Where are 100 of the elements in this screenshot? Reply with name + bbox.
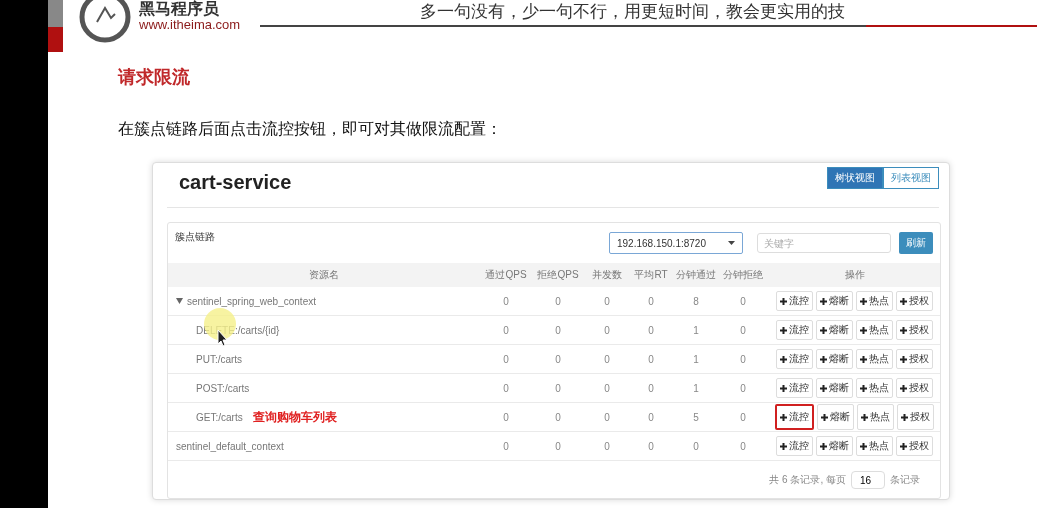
action-button[interactable]: 授权	[896, 378, 933, 398]
column-header: 并发数	[591, 268, 623, 282]
pagination-text: 共 6 条记录, 每页	[769, 473, 846, 487]
accent-bar	[48, 27, 63, 52]
action-button[interactable]: 授权	[896, 291, 933, 311]
table-cell-text: 0	[603, 440, 611, 452]
table-cell-text: 0	[502, 295, 510, 307]
table-cell-text: 0	[739, 440, 747, 452]
action-button[interactable]: 流控	[776, 349, 813, 369]
plus-icon	[860, 326, 867, 334]
plus-icon	[901, 413, 908, 421]
action-button[interactable]: 熔断	[816, 436, 853, 456]
slide-title: 请求限流	[118, 66, 191, 89]
view-tab[interactable]: 列表视图	[883, 167, 939, 189]
plus-icon	[820, 355, 827, 363]
table-cell-text: 0	[603, 295, 611, 307]
page-size-field[interactable]: 16	[851, 471, 885, 489]
table-cell-text: 0	[554, 324, 562, 336]
plus-icon	[780, 355, 787, 363]
plus-icon	[860, 297, 867, 305]
table-cell-text: 1	[692, 353, 700, 365]
panel-title: 簇点链路	[175, 230, 216, 244]
table-cell-text: 1	[692, 382, 700, 394]
machine-select[interactable]: 192.168.150.1:8720	[609, 232, 743, 254]
plus-icon	[860, 384, 867, 392]
table-cell-text: 0	[739, 382, 747, 394]
logo-url: www.itheima.com	[139, 17, 241, 32]
plus-icon	[780, 297, 787, 305]
resource-name: sentinel_default_context	[176, 440, 284, 452]
table-cell-text: 0	[647, 382, 655, 394]
plus-icon	[860, 442, 867, 450]
logo-icon	[79, 0, 131, 45]
plus-icon	[820, 384, 827, 392]
action-button[interactable]: 热点	[856, 291, 893, 311]
action-button[interactable]: 热点	[856, 349, 893, 369]
action-button[interactable]: 授权	[896, 436, 933, 456]
action-button[interactable]: 流控	[776, 291, 813, 311]
action-button[interactable]: 热点	[856, 378, 893, 398]
action-button[interactable]: 流控	[776, 320, 813, 340]
slogan-text: 多一句没有，少一句不行，用更短时间，教会更实用的技	[420, 0, 847, 22]
action-button[interactable]: 流控	[776, 378, 813, 398]
column-header: 平均RT	[633, 268, 669, 282]
table-cell-text: 0	[554, 411, 562, 423]
table-cell-text: 5	[692, 411, 700, 423]
pagination-text: 条记录	[890, 473, 920, 487]
table-cell-text: 0	[554, 440, 562, 452]
table-cell-text: 0	[739, 295, 747, 307]
column-header: 分钟拒绝	[722, 268, 764, 282]
action-button[interactable]: 授权	[897, 404, 934, 430]
plus-icon	[780, 442, 787, 450]
table-cell-text: 0	[554, 353, 562, 365]
table-cell-text: 0	[739, 324, 747, 336]
dropdown-caret-icon	[728, 241, 735, 245]
resource-name: POST:/carts	[196, 382, 250, 394]
column-header: 资源名	[308, 268, 340, 282]
plus-icon	[900, 355, 907, 363]
action-button[interactable]: 熔断	[816, 320, 853, 340]
plus-icon	[900, 442, 907, 450]
action-button[interactable]: 授权	[896, 320, 933, 340]
table-cell-text: 0	[554, 382, 562, 394]
action-button[interactable]: 流控	[775, 404, 814, 430]
plus-icon	[821, 413, 828, 421]
table-cell-text: 8	[692, 295, 700, 307]
search-field[interactable]: 关键字	[757, 233, 891, 253]
action-button[interactable]: 熔断	[816, 378, 853, 398]
slide-text: 在簇点链路后面点击流控按钮，即可对其做限流配置：	[118, 119, 503, 139]
plus-icon	[900, 384, 907, 392]
corner-block	[48, 0, 63, 27]
table-cell-text: 0	[603, 324, 611, 336]
column-header: 操作	[843, 268, 866, 282]
action-button[interactable]: 热点	[856, 436, 893, 456]
table-cell-text: 0	[554, 295, 562, 307]
caret-icon[interactable]	[176, 298, 183, 304]
table-cell-text: 0	[603, 353, 611, 365]
resource-name: PUT:/carts	[196, 353, 243, 365]
plus-icon	[900, 297, 907, 305]
table-cell-text: 0	[502, 324, 510, 336]
action-button[interactable]: 熔断	[816, 291, 853, 311]
table-cell-text: 0	[502, 411, 510, 423]
plus-icon	[780, 326, 787, 334]
action-button[interactable]: 热点	[856, 320, 893, 340]
refresh-button[interactable]: 刷新	[899, 232, 933, 254]
table-cell-text: 0	[692, 440, 700, 452]
plus-icon	[820, 297, 827, 305]
action-button[interactable]: 流控	[776, 436, 813, 456]
action-button[interactable]: 热点	[857, 404, 894, 430]
plus-icon	[900, 326, 907, 334]
plus-icon	[820, 442, 827, 450]
app-title: cart-service	[179, 171, 292, 194]
table-cell-text: 0	[647, 295, 655, 307]
table-cell-text: 1	[692, 324, 700, 336]
column-header: 通过QPS	[484, 268, 528, 282]
plus-icon	[780, 413, 787, 421]
action-button[interactable]: 熔断	[816, 349, 853, 369]
resource-name: sentinel_spring_web_context	[187, 295, 316, 307]
action-button[interactable]: 熔断	[817, 404, 854, 430]
table-cell-text: 0	[739, 353, 747, 365]
action-button[interactable]: 授权	[896, 349, 933, 369]
table-cell-text: 0	[647, 324, 655, 336]
view-tab[interactable]: 树状视图	[827, 167, 883, 189]
